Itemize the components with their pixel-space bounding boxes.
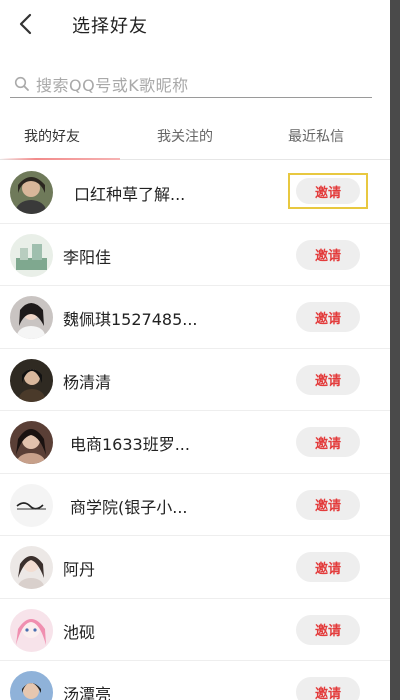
- list-item[interactable]: 电商1633班罗... 邀请: [0, 411, 390, 474]
- search-icon: [12, 74, 32, 94]
- friend-name: 魏佩琪1527485...: [63, 310, 198, 329]
- list-item[interactable]: 李阳佳 邀请: [0, 224, 390, 286]
- invite-button[interactable]: 邀请: [296, 239, 360, 270]
- tab-recent-messages[interactable]: 最近私信: [288, 126, 344, 146]
- list-item[interactable]: 汤潭亮 邀请: [0, 661, 390, 700]
- invite-button[interactable]: 邀请: [296, 677, 360, 700]
- friend-name: 汤潭亮: [63, 685, 112, 700]
- header: 选择好友: [0, 0, 390, 48]
- chevron-left-icon: [19, 13, 32, 35]
- friend-name: 口红种草了解...: [74, 185, 186, 204]
- list-item[interactable]: 魏佩琪1527485... 邀请: [0, 286, 390, 349]
- tab-bar: 我的好友 我关注的 最近私信: [0, 114, 390, 160]
- invite-label: 邀请: [314, 185, 341, 201]
- invite-button[interactable]: 邀请: [296, 302, 360, 332]
- invite-button[interactable]: 邀请: [288, 173, 368, 209]
- invite-pill: 邀请: [296, 178, 360, 204]
- back-button[interactable]: [12, 10, 40, 38]
- friend-picker-screen: 选择好友 搜索QQ号或K歌昵称 我的好友 我关注的 最近私信 口红种草了解...…: [0, 0, 390, 700]
- avatar: [10, 671, 53, 700]
- list-item[interactable]: 杨清清 邀请: [0, 349, 390, 411]
- invite-button[interactable]: 邀请: [296, 364, 360, 395]
- invite-button[interactable]: 邀请: [296, 614, 360, 645]
- tab-my-friends[interactable]: 我的好友: [24, 126, 80, 146]
- list-item[interactable]: 阿丹 邀请: [0, 536, 390, 599]
- friend-name: 商学院(银子小...: [70, 497, 188, 517]
- friend-list: 口红种草了解... 邀请 李阳佳 邀请 魏佩琪1527485... 邀请 杨清清…: [0, 161, 390, 700]
- avatar: [10, 546, 53, 589]
- search-input[interactable]: 搜索QQ号或K歌昵称: [10, 70, 372, 98]
- friend-name: 李阳佳: [63, 247, 112, 267]
- invite-button[interactable]: 邀请: [296, 489, 360, 520]
- avatar: [10, 608, 53, 652]
- invite-button[interactable]: 邀请: [296, 427, 360, 457]
- avatar: [10, 421, 53, 464]
- list-item[interactable]: 口红种草了解... 邀请: [0, 161, 390, 224]
- avatar: [10, 296, 53, 339]
- friend-name: 阿丹: [63, 560, 96, 579]
- search-placeholder: 搜索QQ号或K歌昵称: [36, 75, 189, 95]
- avatar: [10, 358, 53, 402]
- list-item[interactable]: 商学院(银子小... 邀请: [0, 474, 390, 536]
- invite-button[interactable]: 邀请: [296, 552, 360, 582]
- avatar: [10, 171, 53, 214]
- avatar: [10, 233, 53, 277]
- friend-name: 电商1633班罗...: [70, 435, 190, 454]
- list-item[interactable]: 池砚 邀请: [0, 599, 390, 661]
- friend-name: 池砚: [63, 622, 96, 642]
- avatar: [10, 483, 53, 527]
- friend-name: 杨清清: [63, 372, 112, 392]
- page-title: 选择好友: [72, 16, 148, 37]
- tab-following[interactable]: 我关注的: [157, 126, 213, 146]
- active-tab-indicator: [0, 158, 120, 160]
